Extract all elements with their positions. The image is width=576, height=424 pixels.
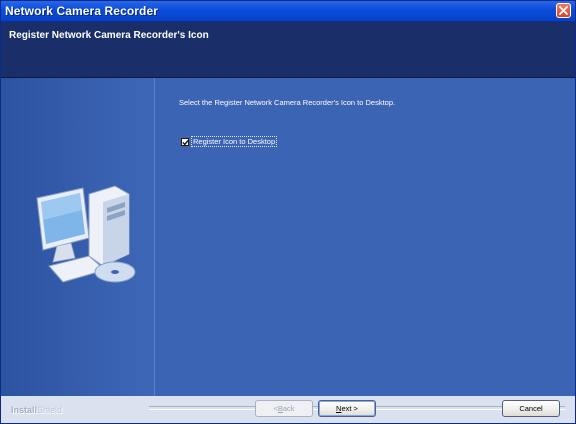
register-icon-label[interactable]: Register Icon to Desktop	[190, 136, 278, 147]
installer-window: Network Camera Recorder Register Network…	[0, 0, 576, 424]
back-button[interactable]: < Back	[255, 400, 313, 417]
register-icon-checkbox[interactable]	[181, 137, 189, 146]
cancel-button[interactable]: Cancel	[502, 400, 560, 417]
main-panel: Select the Register Network Camera Recor…	[155, 78, 575, 396]
brand-shield: Shield	[37, 405, 63, 415]
next-label-rest: ext >	[341, 404, 358, 413]
close-icon	[559, 6, 568, 15]
wizard-header: Register Network Camera Recorder's Icon	[1, 22, 575, 78]
instruction-text: Select the Register Network Camera Recor…	[179, 98, 396, 107]
back-label-rest: ack	[282, 404, 295, 413]
window-title: Network Camera Recorder	[5, 4, 159, 18]
title-bar[interactable]: Network Camera Recorder	[1, 1, 575, 22]
checkmark-icon	[182, 139, 189, 145]
wizard-content: Select the Register Network Camera Recor…	[1, 78, 575, 396]
side-panel	[1, 78, 155, 396]
computer-with-cd-icon	[36, 185, 136, 283]
next-button[interactable]: Next >	[318, 400, 376, 417]
page-title: Register Network Camera Recorder's Icon	[9, 30, 209, 41]
brand-install: Install	[11, 405, 38, 415]
cancel-label: Cancel	[519, 404, 543, 413]
installshield-logo: InstallShield	[11, 405, 62, 415]
button-bar: InstallShield < Back Next > Cancel	[1, 396, 575, 423]
close-button[interactable]	[556, 3, 571, 18]
register-icon-option[interactable]: Register Icon to Desktop	[181, 136, 278, 147]
